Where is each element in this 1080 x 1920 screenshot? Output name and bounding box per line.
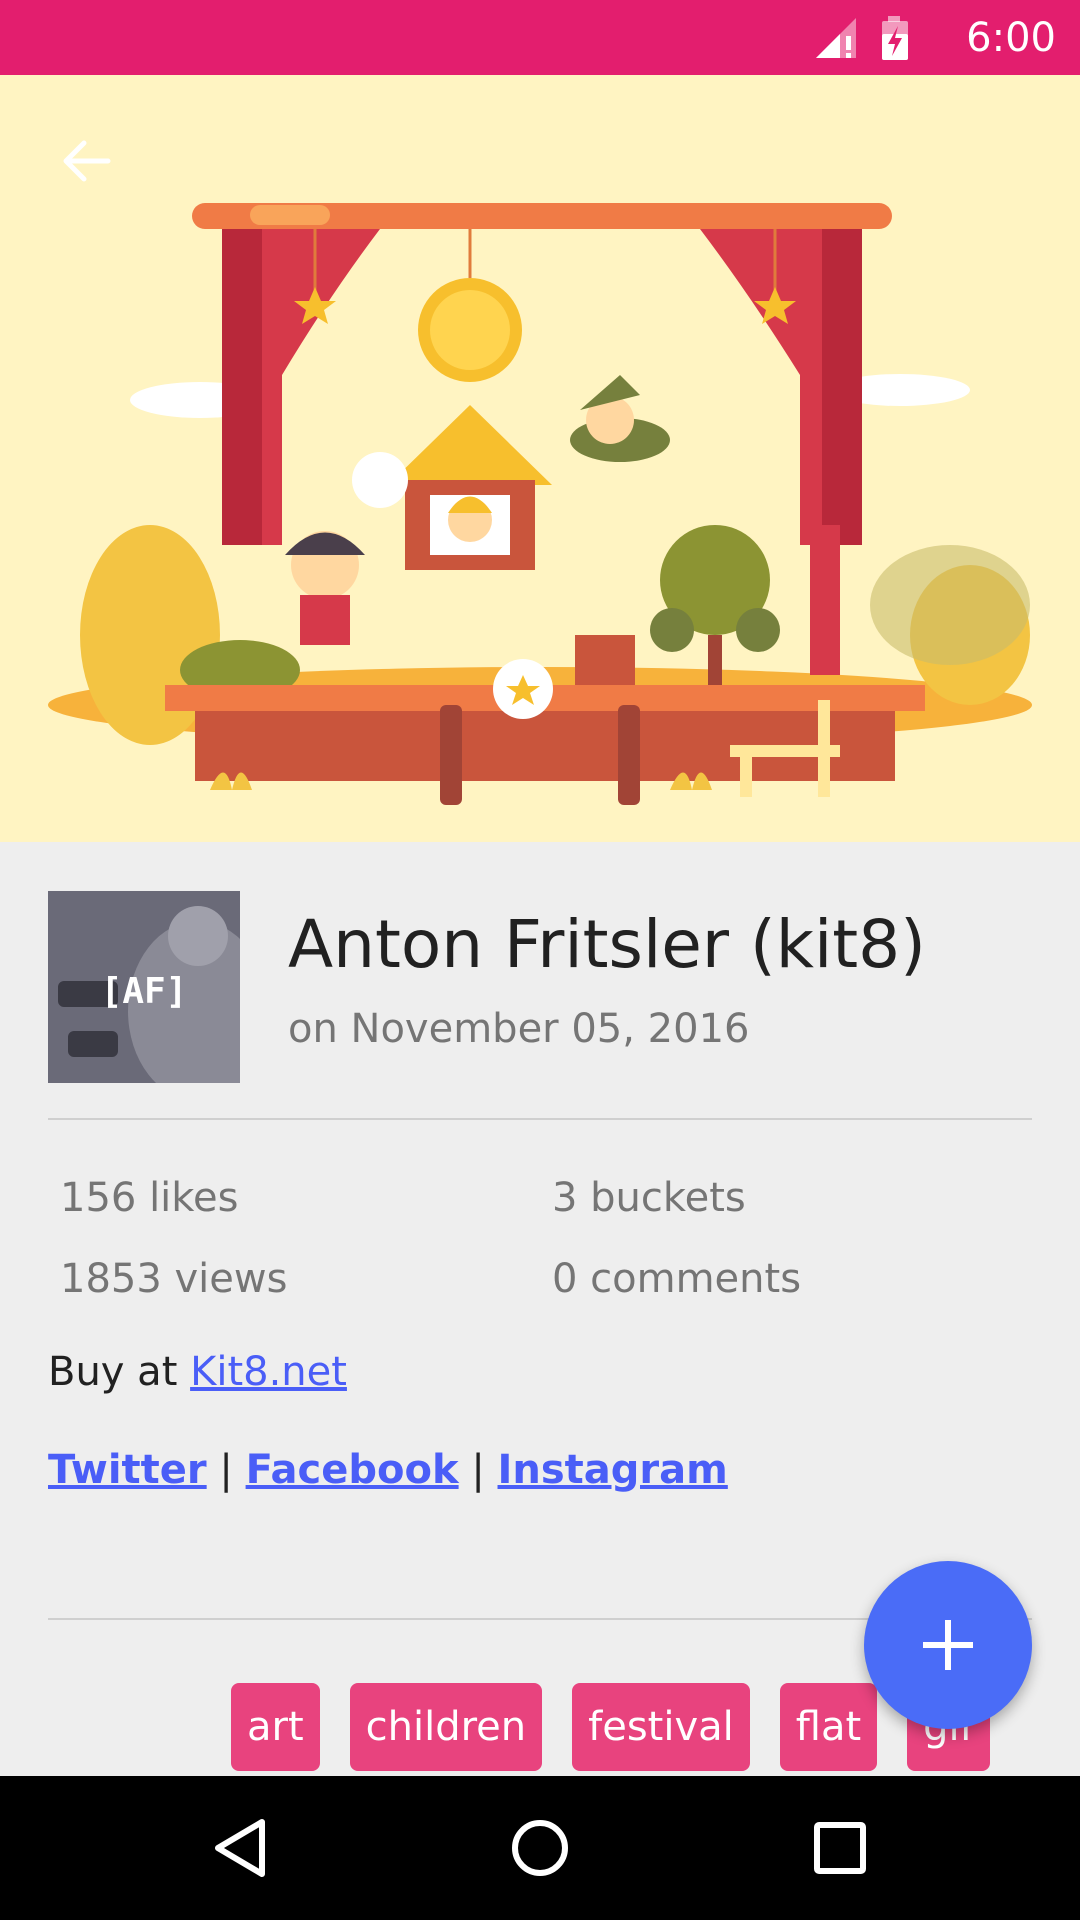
plus-icon [923,1620,973,1670]
likes-count[interactable]: 156 likes [60,1174,238,1222]
comments-count[interactable]: 0 comments [552,1255,801,1303]
kit8-link[interactable]: Kit8.net [190,1349,347,1395]
tag-list: art children festival flat gif [231,1683,990,1771]
tag-festival[interactable]: festival [572,1683,750,1771]
tag-children[interactable]: children [349,1683,543,1771]
battery-charging-icon [882,16,908,60]
recents-square-icon [814,1822,866,1874]
back-button[interactable] [46,121,126,201]
author-name[interactable]: Anton Fritsler (kit8) [288,905,926,985]
shot-image[interactable] [0,75,1080,842]
tag-flat[interactable]: flat [779,1683,878,1771]
status-time: 6:00 [966,15,1056,61]
nav-recents-button[interactable] [800,1808,880,1888]
instagram-link[interactable]: Instagram [498,1447,728,1493]
add-to-bucket-button[interactable] [864,1561,1032,1729]
post-date: on November 05, 2016 [288,1006,750,1052]
views-count[interactable]: 1853 views [60,1255,287,1303]
arrow-back-icon [63,140,111,182]
avatar-mark: [AF] [101,971,188,1012]
back-triangle-icon [215,1819,265,1877]
author-row[interactable]: [AF] Anton Fritsler (kit8) on November 0… [48,891,1032,1083]
twitter-link[interactable]: Twitter [48,1447,207,1493]
link-separator: | [219,1447,233,1493]
divider [48,1118,1032,1120]
buckets-count[interactable]: 3 buckets [552,1174,746,1222]
status-icons [812,14,932,62]
signal-icon [816,18,856,58]
system-nav-bar [0,1776,1080,1920]
home-circle-icon [512,1820,568,1876]
buy-prefix: Buy at [48,1349,191,1395]
social-links: Twitter | Facebook | Instagram [48,1445,728,1495]
link-separator: | [471,1447,485,1493]
nav-back-button[interactable] [200,1808,280,1888]
avatar[interactable]: [AF] [48,891,240,1083]
buy-line: Buy at Kit8.net [48,1347,347,1397]
nav-home-button[interactable] [500,1808,580,1888]
tag-art[interactable]: art [231,1683,320,1771]
theater-illustration [48,203,1032,805]
status-bar: 6:00 [0,0,1080,75]
facebook-link[interactable]: Facebook [246,1447,459,1493]
